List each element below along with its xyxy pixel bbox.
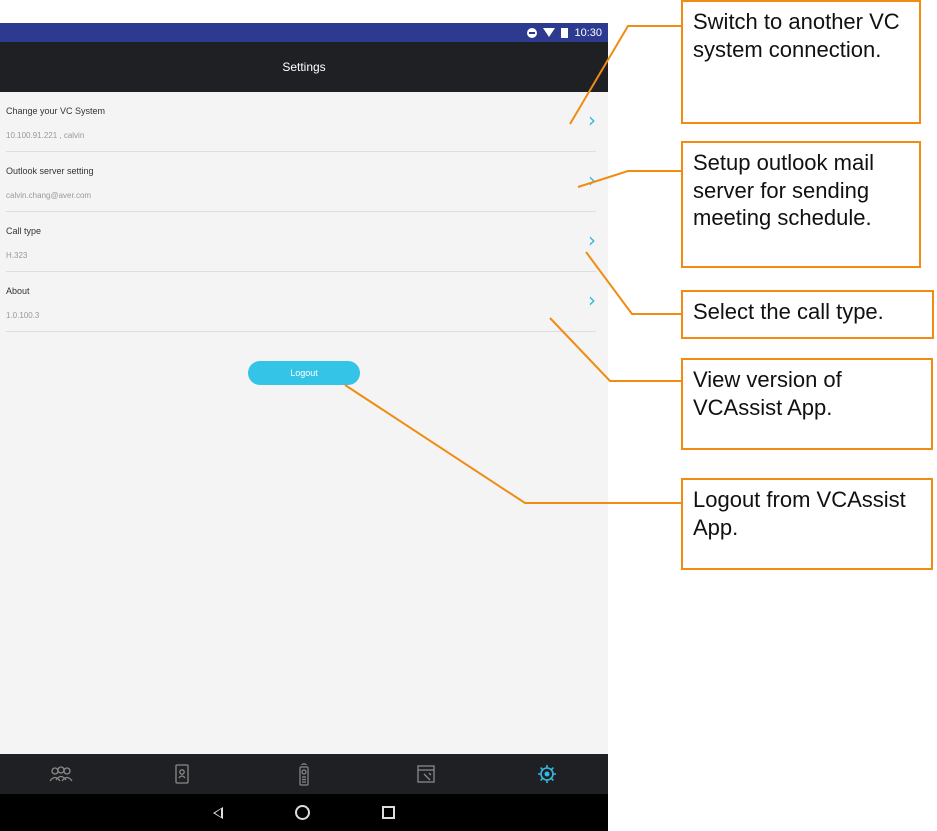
setting-title: Outlook server setting: [6, 166, 94, 176]
system-nav-bar: [0, 794, 608, 831]
chevron-right-icon[interactable]: ›: [588, 110, 596, 130]
gear-icon: [538, 765, 557, 783]
tablet-screen: 10:30 Settings Change your VC System 10.…: [0, 23, 608, 831]
page-title: Settings: [282, 60, 326, 74]
logout-button[interactable]: Logout: [248, 361, 360, 385]
tab-contacts[interactable]: [122, 754, 244, 794]
settings-list: Change your VC System 10.100.91.221 , ca…: [0, 92, 608, 332]
wifi-icon: [543, 28, 556, 37]
setting-row-vc-system[interactable]: Change your VC System 10.100.91.221 , ca…: [6, 92, 596, 152]
status-time: 10:30: [574, 26, 602, 39]
bottom-tab-bar: [0, 754, 608, 794]
recents-icon[interactable]: [382, 806, 395, 819]
app-bar: Settings: [0, 42, 608, 92]
setting-value: calvin.chang@aver.com: [6, 191, 92, 200]
callout-vc-system: Switch to another VC system connection.: [681, 0, 921, 124]
tab-remote[interactable]: [243, 754, 365, 794]
back-icon[interactable]: [213, 806, 223, 819]
setting-row-call-type[interactable]: Call type H.323 ›: [6, 212, 596, 272]
callout-about: View version of VCAssist App.: [681, 358, 933, 450]
home-icon[interactable]: [295, 805, 310, 820]
setting-title: About: [6, 286, 30, 296]
window-settings-icon: [416, 765, 435, 783]
chevron-right-icon[interactable]: ›: [588, 290, 596, 310]
callout-text: Select the call type.: [693, 299, 884, 324]
do-not-disturb-icon: [527, 27, 538, 38]
tab-window-settings[interactable]: [365, 754, 487, 794]
setting-title: Call type: [6, 226, 42, 236]
callout-text: Switch to another VC system connection.: [693, 9, 900, 62]
chevron-right-icon[interactable]: ›: [588, 230, 596, 250]
callout-call-type: Select the call type.: [681, 290, 934, 339]
setting-value: 10.100.91.221 , calvin: [6, 131, 85, 140]
callout-outlook: Setup outlook mail server for sending me…: [681, 141, 921, 268]
contacts-icon: [175, 764, 190, 784]
people-icon: [49, 766, 73, 782]
setting-row-about[interactable]: About 1.0.100.3 ›: [6, 272, 596, 332]
chevron-right-icon[interactable]: ›: [588, 170, 596, 190]
callout-logout: Logout from VCAssist App.: [681, 478, 933, 570]
remote-icon: [299, 763, 309, 786]
status-bar: 10:30: [0, 23, 608, 42]
battery-icon: [561, 27, 569, 38]
callout-text: Setup outlook mail server for sending me…: [693, 150, 874, 230]
setting-title: Change your VC System: [6, 106, 106, 116]
setting-row-outlook[interactable]: Outlook server setting calvin.chang@aver…: [6, 152, 596, 212]
callout-text: View version of VCAssist App.: [693, 367, 842, 420]
setting-value: 1.0.100.3: [6, 311, 40, 320]
callout-text: Logout from VCAssist App.: [693, 487, 906, 540]
setting-value: H.323: [6, 251, 28, 260]
tab-settings[interactable]: [486, 754, 608, 794]
tab-people[interactable]: [0, 754, 122, 794]
